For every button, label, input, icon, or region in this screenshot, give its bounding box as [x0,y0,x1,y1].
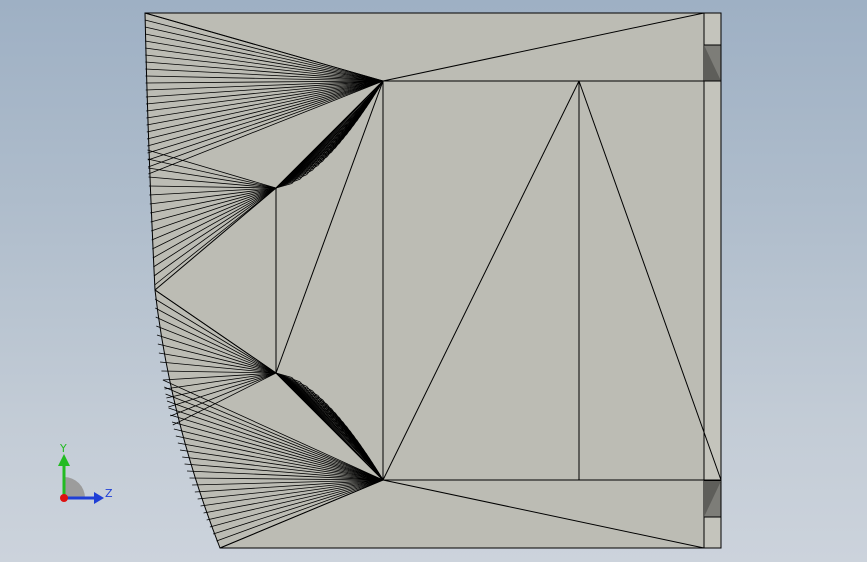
x-axis-dot [60,494,68,502]
y-axis-label: Y [59,442,67,455]
cad-viewport[interactable] [0,0,867,562]
axis-triad: Y Z [58,442,113,504]
triad-quadrant [64,477,85,498]
y-axis-arrow [58,454,70,466]
part-right-strip [703,12,722,549]
z-axis-arrow [94,492,104,504]
z-axis-label: Z [105,487,113,500]
part-model[interactable] [144,12,722,549]
